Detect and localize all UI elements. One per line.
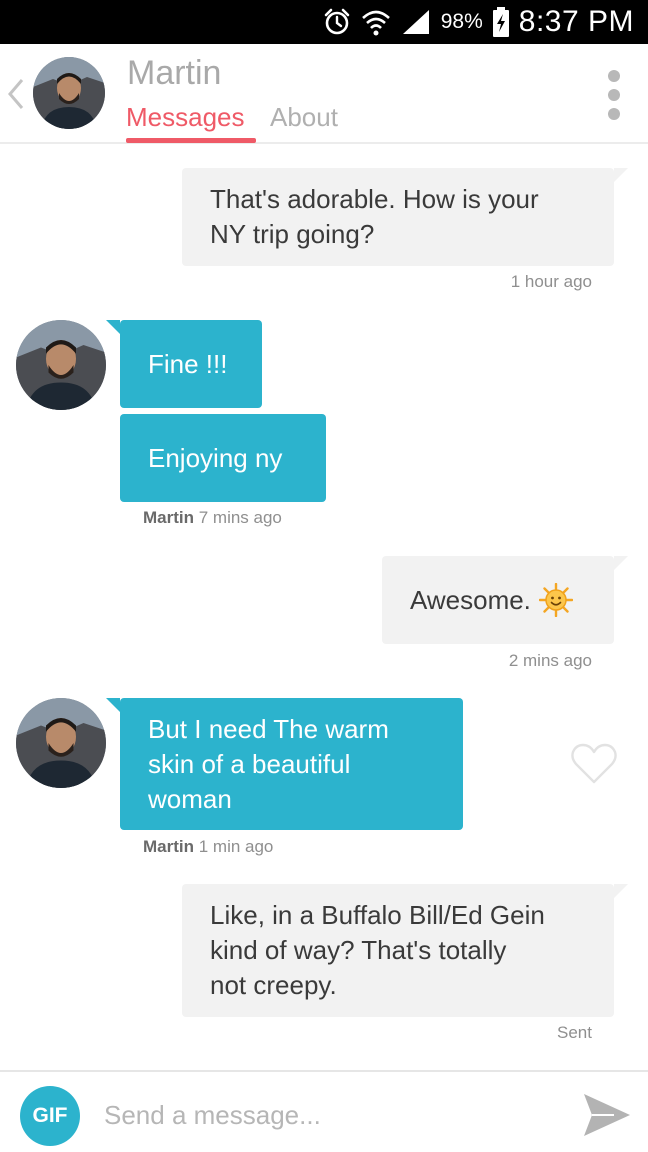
more-vertical-icon[interactable] <box>604 70 624 120</box>
message-text-line: woman <box>148 783 232 814</box>
bubble-tail <box>614 884 628 898</box>
message-timestamp: 2 mins ago <box>508 651 592 670</box>
active-tab-indicator <box>126 138 256 143</box>
message-text-line: That's adorable. How is your <box>210 184 539 214</box>
message-text-line: But I need The warm <box>148 713 389 744</box>
message-bubble-outgoing[interactable]: That's adorable. How is your NY trip goi… <box>182 168 614 266</box>
chat-header: Martin Messages About <box>0 44 648 144</box>
heart-icon[interactable] <box>570 742 618 786</box>
bubble-tail <box>106 320 120 334</box>
contact-name: Martin <box>127 54 222 92</box>
message-bubble-incoming[interactable]: But I need The warm skin of a beautiful … <box>120 698 463 830</box>
status-bar: 98% 8:37 PM <box>0 0 648 44</box>
signal-icon <box>402 10 429 34</box>
send-icon[interactable] <box>580 1090 634 1140</box>
message-composer: GIF <box>0 1070 648 1152</box>
message-input[interactable] <box>104 1092 544 1138</box>
avatar[interactable] <box>16 698 106 788</box>
message-bubble-outgoing[interactable]: Awesome. <box>382 556 614 644</box>
sender-name: Martin <box>143 508 194 527</box>
message-timestamp: 1 min ago <box>198 837 274 856</box>
message-text: Awesome. <box>410 584 531 615</box>
message-timestamp: 1 hour ago <box>510 272 592 291</box>
sender-name: Martin <box>143 837 194 856</box>
sun-smile-icon <box>538 583 573 617</box>
message-text-line: not creepy. <box>210 970 337 1000</box>
bubble-tail <box>614 168 628 182</box>
message-text-line: Like, in a Buffalo Bill/Ed Gein <box>210 900 545 930</box>
avatar[interactable] <box>16 320 106 410</box>
clock: 8:37 PM <box>518 5 634 38</box>
message-bubble-incoming[interactable]: Fine !!! <box>120 320 262 408</box>
message-meta: Martin 7 mins ago <box>143 508 282 528</box>
message-meta: Martin 1 min ago <box>143 837 273 857</box>
message-bubble-outgoing[interactable]: Like, in a Buffalo Bill/Ed Gein kind of … <box>182 884 614 1017</box>
message-status: Sent <box>557 1023 592 1042</box>
battery-charging-icon <box>492 7 509 37</box>
alarm-icon <box>324 8 350 35</box>
back-chevron-icon[interactable] <box>6 76 26 112</box>
bubble-tail <box>106 698 120 712</box>
avatar[interactable] <box>33 57 105 129</box>
message-text-line: NY trip going? <box>210 219 375 249</box>
message-bubble-incoming[interactable]: Enjoying ny <box>120 414 326 502</box>
message-timestamp: 7 mins ago <box>198 508 282 527</box>
wifi-icon <box>361 10 390 36</box>
gif-button[interactable]: GIF <box>20 1086 80 1146</box>
tab-messages[interactable]: Messages <box>126 102 245 133</box>
tab-about[interactable]: About <box>270 102 338 133</box>
bubble-tail <box>614 556 628 570</box>
message-text-line: skin of a beautiful <box>148 748 351 779</box>
battery-percent: 98% <box>440 10 483 33</box>
message-text-line: kind of way? That's totally <box>210 935 507 965</box>
